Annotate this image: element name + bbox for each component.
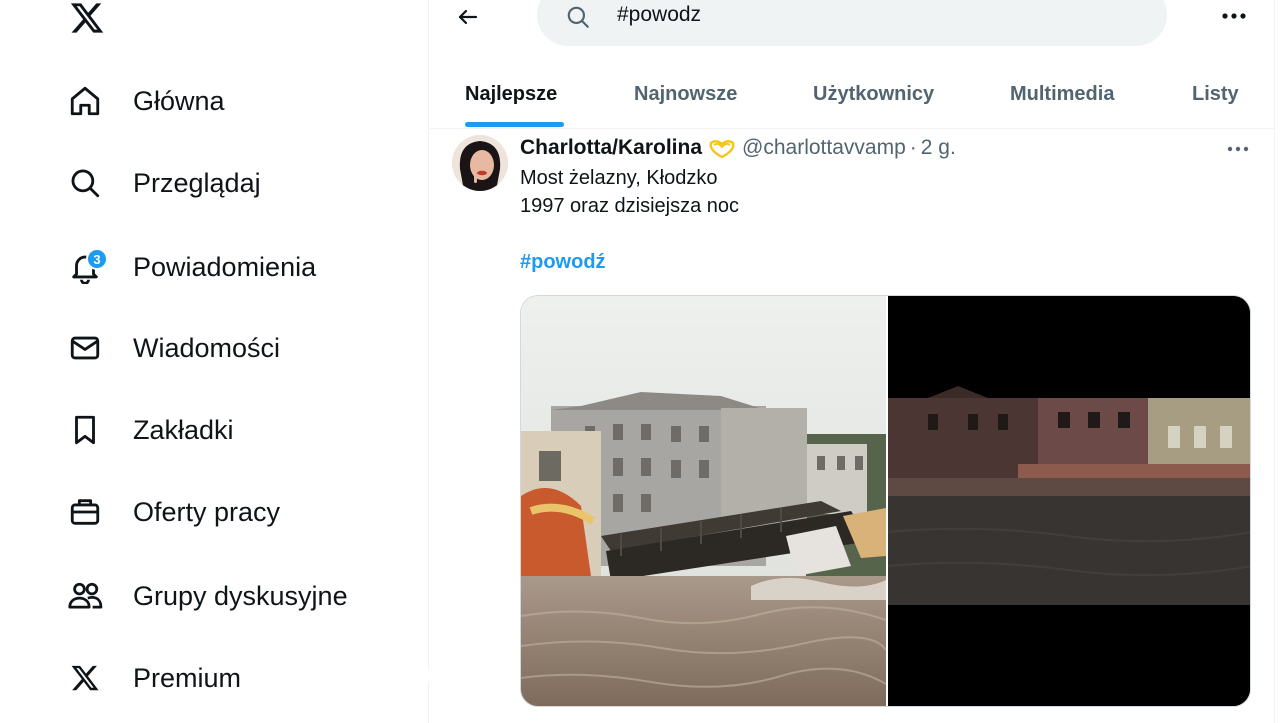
sidebar-item-label: Przeglądaj bbox=[133, 167, 261, 198]
sidebar-item-explore[interactable]: Przeglądaj bbox=[64, 155, 261, 211]
sidebar-item-label: Oferty pracy bbox=[133, 496, 281, 527]
sidebar-item-bookmarks[interactable]: Zakładki bbox=[64, 402, 234, 458]
tweet-text-line: Most żelazny, Kłodzko bbox=[520, 167, 718, 189]
sidebar-item-premium[interactable]: Premium bbox=[64, 650, 241, 706]
avatar[interactable] bbox=[452, 135, 508, 191]
back-button[interactable] bbox=[448, 0, 488, 34]
bell-icon: 3 bbox=[64, 246, 108, 288]
video-timestamp: 0:03 bbox=[410, 665, 447, 686]
sidebar-item-notifications[interactable]: 3 Powiadomienia bbox=[64, 239, 316, 295]
search-box[interactable] bbox=[537, 0, 1167, 46]
tab-media[interactable]: Multimedia bbox=[1010, 60, 1114, 128]
tweet-more-button[interactable] bbox=[1220, 136, 1256, 162]
sidebar-item-label: Powiadomienia bbox=[133, 251, 317, 282]
sidebar-nav: Główna Przeglądaj 3 Powiadomienia Wiadom… bbox=[0, 0, 428, 723]
sidebar-item-label: Premium bbox=[133, 662, 242, 693]
notification-count-badge: 3 bbox=[86, 248, 108, 270]
verified-badge-icon bbox=[709, 140, 735, 158]
column-divider bbox=[428, 0, 429, 723]
sidebar-item-label: Zakładki bbox=[133, 414, 234, 445]
hashtag-link[interactable]: #powodź bbox=[520, 251, 606, 274]
author-handle[interactable]: @charlottavvamp bbox=[742, 136, 906, 160]
video-controls[interactable]: 0:03 bbox=[388, 665, 446, 687]
people-icon bbox=[64, 575, 106, 617]
search-icon bbox=[565, 4, 591, 30]
flood-video-player[interactable] bbox=[887, 296, 1250, 706]
author-name[interactable]: Charlotta/Karolina bbox=[520, 136, 702, 160]
search-input[interactable] bbox=[617, 3, 1117, 27]
tweet-media bbox=[520, 295, 1251, 707]
briefcase-icon bbox=[64, 491, 106, 533]
x-logo-icon bbox=[64, 657, 106, 699]
sidebar-item-label: Wiadomości bbox=[133, 332, 281, 363]
bookmark-icon bbox=[64, 409, 106, 451]
tab-lists[interactable]: Listy bbox=[1192, 60, 1239, 128]
envelope-icon bbox=[64, 327, 106, 369]
dot-separator: · bbox=[909, 136, 917, 159]
x-logo-icon[interactable] bbox=[68, 0, 106, 36]
sidebar-item-communities[interactable]: Grupy dyskusyjne bbox=[64, 568, 348, 624]
home-icon bbox=[64, 80, 106, 122]
sidebar-item-messages[interactable]: Wiadomości bbox=[64, 320, 280, 376]
arrow-left-icon bbox=[458, 9, 478, 25]
active-tab-indicator bbox=[465, 122, 564, 127]
sidebar-item-home[interactable]: Główna bbox=[64, 73, 225, 129]
column-divider bbox=[1274, 0, 1275, 723]
more-options-button[interactable] bbox=[1214, 2, 1254, 30]
sidebar-item-label: Główna bbox=[133, 85, 225, 116]
search-icon bbox=[64, 162, 106, 204]
tweet-header: Charlotta/Karolina @charlottavvamp · 2 g… bbox=[520, 134, 956, 162]
sidebar-item-label: Grupy dyskusyjne bbox=[133, 580, 348, 611]
sidebar-item-jobs[interactable]: Oferty pracy bbox=[64, 484, 280, 540]
tweet-text-line: 1997 oraz dzisiejsza noc bbox=[520, 195, 740, 217]
tab-people[interactable]: Użytkownicy bbox=[813, 60, 934, 128]
flood-photo-1997[interactable] bbox=[521, 296, 887, 706]
tab-top[interactable]: Najlepsze bbox=[465, 60, 557, 128]
ellipsis-icon bbox=[1227, 146, 1249, 152]
ellipsis-icon bbox=[1222, 13, 1246, 19]
search-tabs: Najlepsze Najnowsze Użytkownicy Multimed… bbox=[430, 60, 1274, 129]
tab-latest[interactable]: Najnowsze bbox=[634, 60, 737, 128]
tweet-timestamp[interactable]: 2 g. bbox=[921, 136, 956, 160]
pause-icon bbox=[390, 670, 400, 682]
